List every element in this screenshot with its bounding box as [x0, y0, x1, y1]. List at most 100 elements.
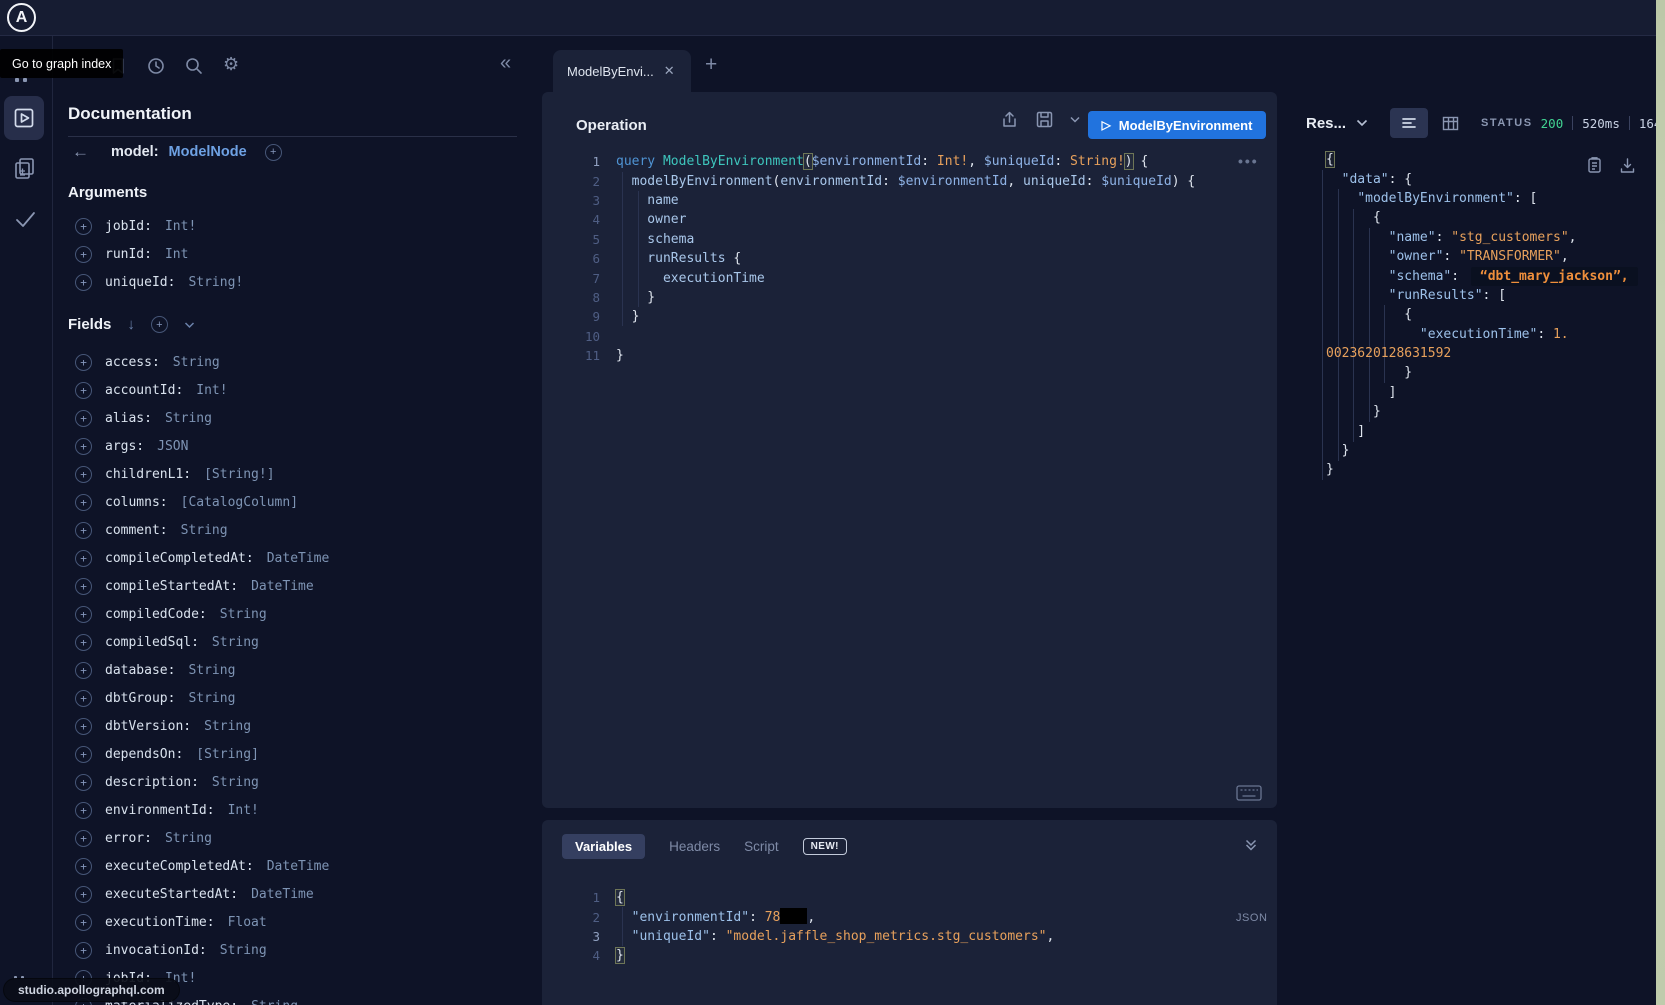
collapse-sidebar-icon[interactable]: « [500, 52, 511, 75]
search-icon[interactable] [184, 56, 204, 76]
add-field-icon[interactable]: + [75, 914, 92, 931]
code-token: "environmentId" [632, 910, 749, 925]
add-field-icon[interactable]: + [75, 886, 92, 903]
add-field-icon[interactable]: + [75, 522, 92, 539]
field-type[interactable]: String! [188, 275, 243, 290]
add-field-icon[interactable]: + [75, 746, 92, 763]
field-type[interactable]: Int [165, 247, 188, 262]
tab-variables[interactable]: Variables [562, 834, 645, 859]
add-type-icon[interactable]: + [265, 144, 282, 161]
fields-options-chevron-icon[interactable] [184, 321, 195, 329]
field-type[interactable]: String [188, 663, 235, 678]
graph-index-icon[interactable] [15, 78, 27, 82]
back-arrow-icon[interactable]: ← [72, 142, 89, 162]
tab-script[interactable]: Script [744, 839, 779, 854]
field-type[interactable]: String [220, 943, 267, 958]
code-line: "modelByEnvironment": [ [1326, 189, 1656, 208]
tab-close-icon[interactable]: ✕ [664, 63, 675, 79]
field-type[interactable]: String [220, 607, 267, 622]
field-type[interactable]: [CatalogColumn] [181, 495, 298, 510]
add-field-icon[interactable]: + [75, 274, 92, 291]
code-token: : [1054, 154, 1070, 169]
docs-field-label: model: [111, 144, 159, 160]
add-field-icon[interactable]: + [75, 858, 92, 875]
response-title[interactable]: Res... [1306, 115, 1346, 132]
add-field-icon[interactable]: + [75, 802, 92, 819]
add-all-fields-icon[interactable]: + [151, 316, 168, 333]
add-field-icon[interactable]: + [75, 690, 92, 707]
field-type[interactable]: String [188, 691, 235, 706]
field-type[interactable]: DateTime [251, 887, 314, 902]
add-field-icon[interactable]: + [75, 218, 92, 235]
apollo-logo[interactable]: A [7, 3, 36, 32]
field-type[interactable]: String [181, 523, 228, 538]
docs-type-link[interactable]: ModelNode [169, 144, 247, 160]
field-type[interactable]: DateTime [267, 859, 330, 874]
redacted-value [780, 908, 807, 924]
doc-field-row: +database:String [52, 656, 329, 684]
add-field-icon[interactable]: + [75, 942, 92, 959]
field-type[interactable]: String [212, 775, 259, 790]
field-type[interactable]: Int! [165, 219, 196, 234]
field-type[interactable]: String [212, 635, 259, 650]
raw-view-toggle[interactable] [1390, 108, 1428, 138]
table-view-toggle[interactable] [1442, 116, 1459, 131]
field-name: access: [105, 355, 160, 370]
add-field-icon[interactable]: + [75, 494, 92, 511]
field-type[interactable]: String [173, 355, 220, 370]
settings-gear-icon[interactable]: ⚙ [223, 54, 239, 75]
add-field-icon[interactable]: + [75, 382, 92, 399]
add-field-icon[interactable]: + [75, 634, 92, 651]
sidebar-item-checks[interactable] [12, 206, 38, 232]
sidebar-item-schema[interactable] [12, 155, 38, 181]
add-field-icon[interactable]: + [75, 410, 92, 427]
add-field-icon[interactable]: + [75, 550, 92, 567]
operation-editor[interactable]: 1query ModelByEnvironment($environmentId… [542, 152, 1277, 365]
code-line: 9 } [542, 307, 1277, 326]
field-type[interactable]: DateTime [267, 551, 330, 566]
code-token: } [1326, 365, 1412, 380]
code-token: : [1451, 269, 1467, 284]
save-icon[interactable] [1035, 110, 1054, 129]
code-token: } [616, 309, 639, 324]
add-field-icon[interactable]: + [75, 718, 92, 735]
add-field-icon[interactable]: + [75, 578, 92, 595]
field-type[interactable]: String [165, 411, 212, 426]
field-type[interactable]: String [165, 831, 212, 846]
add-field-icon[interactable]: + [75, 606, 92, 623]
field-type[interactable]: [String!] [204, 467, 274, 482]
new-tab-button[interactable]: + [705, 53, 717, 77]
keyboard-shortcuts-icon[interactable] [1236, 785, 1262, 801]
field-type[interactable]: DateTime [251, 579, 314, 594]
add-field-icon[interactable]: + [75, 438, 92, 455]
run-operation-button[interactable]: ▷ ModelByEnvironment [1088, 111, 1266, 139]
history-icon[interactable] [146, 56, 166, 76]
doc-field-row: +compileStartedAt:DateTime [52, 572, 329, 600]
response-dropdown-chevron-icon[interactable] [1356, 119, 1368, 127]
sidebar-item-explorer[interactable] [4, 96, 44, 140]
field-type[interactable]: JSON [157, 439, 188, 454]
add-field-icon[interactable]: + [75, 354, 92, 371]
add-field-icon[interactable]: + [75, 830, 92, 847]
field-type[interactable]: Int! [196, 383, 227, 398]
variables-editor[interactable]: 1{2 "environmentId": 78,3 "uniqueId": "m… [542, 888, 1277, 966]
code-token: ) [1125, 154, 1133, 169]
tab-modelbyenvironment[interactable]: ModelByEnvi... ✕ [553, 50, 691, 92]
field-type[interactable]: [String] [196, 747, 259, 762]
sort-fields-icon[interactable]: ↓ [127, 316, 135, 333]
save-options-chevron-icon[interactable] [1070, 116, 1080, 123]
add-field-icon[interactable]: + [75, 774, 92, 791]
share-icon[interactable] [1000, 110, 1019, 129]
field-type[interactable]: String [251, 999, 298, 1005]
add-field-icon[interactable]: + [75, 466, 92, 483]
editor-more-options-icon[interactable]: ••• [1238, 153, 1259, 169]
collapse-variables-icon[interactable] [1244, 838, 1258, 852]
field-type[interactable]: String [204, 719, 251, 734]
add-field-icon[interactable]: + [75, 246, 92, 263]
field-type[interactable]: Float [228, 915, 267, 930]
tab-headers[interactable]: Headers [669, 839, 720, 854]
add-field-icon[interactable]: + [75, 662, 92, 679]
field-type[interactable]: Int! [228, 803, 259, 818]
code-line: } [1326, 460, 1656, 479]
code-token: : [882, 174, 898, 189]
